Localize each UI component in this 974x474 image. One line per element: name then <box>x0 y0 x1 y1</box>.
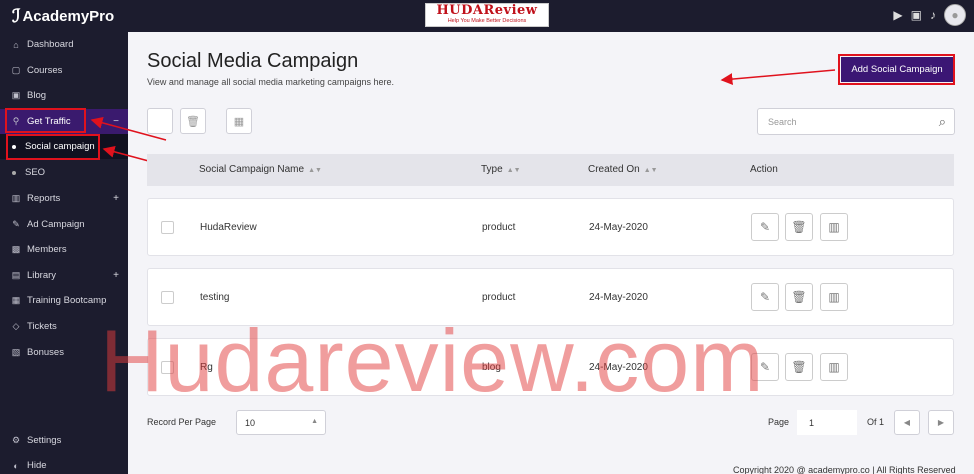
prev-page-button[interactable]: ◀ <box>894 410 920 435</box>
stats-button[interactable]: ▥ <box>820 213 848 241</box>
sort-icon: ▲▼ <box>308 167 322 174</box>
row-checkbox[interactable] <box>161 361 174 374</box>
sort-icon: ▲▼ <box>506 167 521 174</box>
chevron-right-icon: ▶ <box>937 418 945 427</box>
campaign-created: 24-May-2020 <box>589 362 648 373</box>
page-label: Page <box>768 417 790 427</box>
campaign-name: testing <box>200 292 230 303</box>
stats-button[interactable]: ▥ <box>820 283 848 311</box>
edit-icon: ✎ <box>759 290 771 304</box>
campaign-type: product <box>482 222 516 233</box>
trash-icon: 🗑 <box>791 290 807 304</box>
campaign-created: 24-May-2020 <box>589 292 648 303</box>
delete-button[interactable]: 🗑 <box>785 213 813 241</box>
bar-chart-icon: ▥ <box>828 290 840 304</box>
sort-icon: ▲▼ <box>643 167 658 174</box>
table-header: Social Campaign Name ▲▼ Type ▲▼ Created On… <box>147 154 954 186</box>
chevron-left-icon: ◀ <box>903 418 911 427</box>
header-created-on[interactable]: Created On ▲▼ <box>588 164 658 175</box>
arrow-to-add-button <box>720 69 836 86</box>
campaign-type: blog <box>482 362 501 373</box>
search-input[interactable]: Search ⌕ <box>757 108 955 135</box>
edit-button[interactable]: ✎ <box>751 283 779 311</box>
edit-icon: ✎ <box>759 360 771 374</box>
campaign-created: 24-May-2020 <box>589 222 648 233</box>
delete-button[interactable]: 🗑 <box>785 283 813 311</box>
copyright-text: Copyright 2020 @ academypro.co | All Rig… <box>733 465 956 474</box>
page-number-input[interactable]: 1 <box>797 410 857 435</box>
trash-icon: 🗑 <box>791 360 807 374</box>
calendar-icon: ▦ <box>233 115 245 128</box>
edit-icon: ✎ <box>759 220 771 234</box>
edit-button[interactable]: ✎ <box>751 213 779 241</box>
bar-chart-icon: ▥ <box>828 360 840 374</box>
stats-button[interactable]: ▥ <box>820 353 848 381</box>
row-checkbox[interactable] <box>161 291 174 304</box>
date-filter-button[interactable]: ▦ <box>226 108 252 134</box>
select-all-checkbox[interactable] <box>147 108 173 134</box>
campaign-type: product <box>482 292 516 303</box>
records-per-page-select[interactable]: 10 ▲ <box>236 410 326 435</box>
trash-icon: 🗑 <box>186 115 200 128</box>
caret-up-icon: ▲ <box>311 418 318 425</box>
search-icon: ⌕ <box>938 114 946 129</box>
delete-button[interactable]: 🗑 <box>785 353 813 381</box>
next-page-button[interactable]: ▶ <box>928 410 954 435</box>
header-campaign-name[interactable]: Social Campaign Name ▲▼ <box>199 164 322 175</box>
bulk-delete-button[interactable]: 🗑 <box>180 108 206 134</box>
header-type[interactable]: Type ▲▼ <box>481 164 521 175</box>
table-row: HudaReview product 24-May-2020 ✎ 🗑 ▥ <box>147 198 954 256</box>
page-total: Of 1 <box>867 417 885 427</box>
header-action: Action <box>750 164 778 175</box>
bar-chart-icon: ▥ <box>828 220 840 234</box>
table-row: Rg blog 24-May-2020 ✎ 🗑 ▥ <box>147 338 954 396</box>
campaign-name: Rg <box>200 362 213 373</box>
campaign-name: HudaReview <box>200 222 257 233</box>
table-row: testing product 24-May-2020 ✎ 🗑 ▥ <box>147 268 954 326</box>
row-checkbox[interactable] <box>161 221 174 234</box>
trash-icon: 🗑 <box>791 220 807 234</box>
records-per-page-label: Record Per Page <box>147 417 217 427</box>
edit-button[interactable]: ✎ <box>751 353 779 381</box>
